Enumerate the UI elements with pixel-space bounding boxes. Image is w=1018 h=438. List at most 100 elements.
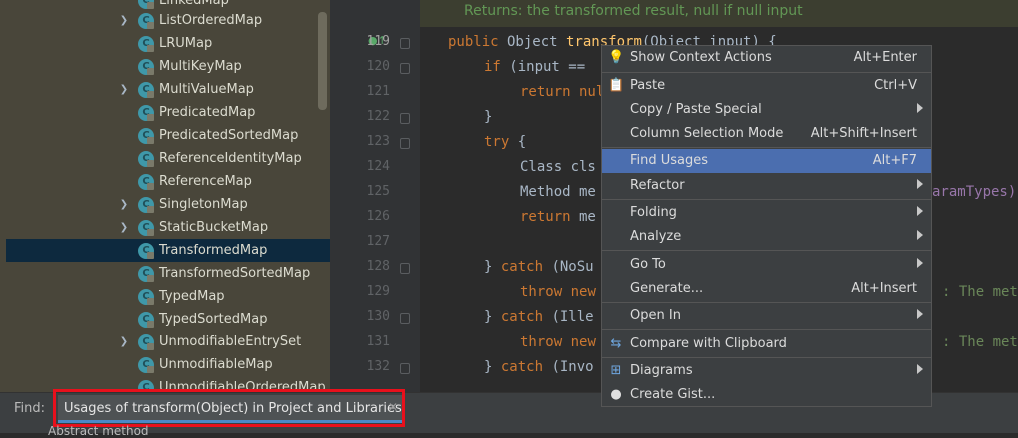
expand-arrow-icon[interactable]: ❯: [118, 336, 130, 347]
class-icon: C: [138, 81, 154, 98]
code-token: catch: [500, 259, 544, 275]
line-number: 123: [366, 134, 390, 149]
tree-item-label: SingletonMap: [159, 197, 248, 212]
menu-item-label: Create Gist...: [630, 387, 716, 402]
menu-item-create-gist[interactable]: ● Create Gist...: [602, 383, 931, 407]
tree-item-label: PredicatedSortedMap: [159, 128, 299, 143]
tree-item[interactable]: C MultiKeyMap: [6, 55, 330, 78]
tree-item[interactable]: C UnmodifiableMap: [6, 353, 330, 376]
menu-item-generate[interactable]: Generate... Alt+Insert: [602, 277, 931, 301]
code-token: try: [484, 134, 510, 150]
menu-item-column-selection-mode[interactable]: Column Selection Mode Alt+Shift+Insert: [602, 122, 931, 146]
code-token: me: [570, 209, 596, 225]
tree-item-label: ListOrderedMap: [159, 13, 263, 28]
menu-item-refactor[interactable]: Refactor: [602, 174, 931, 198]
submenu-arrow-icon: [917, 103, 923, 113]
code-line-124[interactable]: Class cls: [520, 159, 596, 175]
expand-arrow-icon[interactable]: ❯: [118, 84, 130, 95]
submenu-arrow-icon: [917, 230, 923, 240]
line-number: 130: [366, 309, 390, 324]
line-number: 119: [366, 34, 390, 49]
code-line-132[interactable]: } catch (Invo: [484, 359, 594, 375]
fold-marker-icon[interactable]: [400, 363, 410, 374]
code-line-123[interactable]: try {: [484, 134, 526, 150]
tree-item[interactable]: C TypedSortedMap: [6, 308, 330, 331]
class-icon: C: [138, 265, 154, 282]
code-token: }: [484, 259, 501, 275]
tree-item[interactable]: C TypedMap: [6, 285, 330, 308]
fold-marker-icon[interactable]: [400, 38, 410, 49]
tree-scrollbar[interactable]: [318, 12, 327, 110]
tree-item[interactable]: ❯ C SingletonMap: [6, 193, 330, 216]
class-icon: C: [138, 288, 154, 305]
expand-arrow-icon[interactable]: ❯: [118, 15, 130, 26]
menu-separator: [602, 250, 931, 251]
menu-item-shortcut: Alt+Insert: [851, 281, 917, 296]
menu-item-show-context-actions[interactable]: 💡 Show Context Actions Alt+Enter: [602, 46, 931, 70]
tree-item[interactable]: ❯ C UnmodifiableEntrySet: [6, 330, 330, 353]
code-overflow-text: : The met: [942, 284, 1018, 300]
line-number: 126: [366, 209, 390, 224]
fold-marker-icon[interactable]: [400, 113, 410, 124]
fold-marker-icon[interactable]: [400, 138, 410, 149]
code-line-125[interactable]: Method me: [520, 184, 596, 200]
line-number: 122: [366, 109, 390, 124]
github-icon: ●: [610, 387, 622, 402]
submenu-arrow-icon: [917, 364, 923, 374]
fold-marker-icon[interactable]: [400, 63, 410, 74]
menu-item-paste[interactable]: 📋 Paste Ctrl+V: [602, 74, 931, 98]
tree-item[interactable]: C ReferenceIdentityMap: [6, 147, 330, 170]
menu-item-shortcut: Alt+Shift+Insert: [810, 126, 917, 141]
class-icon: C: [138, 311, 154, 328]
expand-arrow-icon[interactable]: ❯: [118, 199, 130, 210]
tree-item[interactable]: ❯ C MultiValueMap: [6, 78, 330, 101]
tree-item[interactable]: C LRUMap: [6, 32, 330, 55]
menu-item-analyze[interactable]: Analyze: [602, 225, 931, 249]
menu-item-shortcut: Ctrl+V: [874, 78, 917, 93]
tree-item[interactable]: C TransformedSortedMap: [6, 262, 330, 285]
line-number: 127: [366, 234, 390, 249]
submenu-arrow-icon: [917, 179, 923, 189]
menu-item-go-to[interactable]: Go To: [602, 253, 931, 277]
tree-item[interactable]: C PredicatedSortedMap: [6, 124, 330, 147]
code-token: {: [509, 134, 527, 150]
menu-item-folding[interactable]: Folding: [602, 201, 931, 225]
code-line-131[interactable]: throw new: [520, 334, 596, 350]
code-token: return: [520, 209, 571, 225]
code-line-120[interactable]: if (input ==: [484, 59, 585, 75]
diagram-icon: ⊞: [610, 363, 622, 378]
menu-item-find-usages[interactable]: Find Usages Alt+F7: [602, 149, 931, 173]
code-token: throw: [520, 284, 563, 300]
tree-item-selected[interactable]: C TransformedMap: [6, 239, 330, 262]
tree-item-label: TypedSortedMap: [159, 312, 268, 327]
code-line-126[interactable]: return me: [520, 209, 596, 225]
tree-item[interactable]: C PredicatedMap: [6, 101, 330, 124]
code-line-122[interactable]: }: [484, 109, 492, 125]
code-line-128[interactable]: } catch (NoSu: [484, 259, 594, 275]
code-line-130[interactable]: } catch (Ille: [484, 309, 594, 325]
tree-item[interactable]: ❯ C ListOrderedMap: [6, 9, 330, 32]
fold-marker-icon[interactable]: [400, 313, 410, 324]
code-token: (NoSu: [543, 259, 594, 275]
line-number: 132: [366, 359, 390, 374]
expand-arrow-icon[interactable]: ❯: [118, 222, 130, 233]
class-icon: C: [138, 58, 154, 75]
code-line-121[interactable]: return nul: [520, 84, 604, 100]
code-token: throw: [520, 334, 563, 350]
menu-separator: [602, 357, 931, 358]
tree-item[interactable]: C ReferenceMap: [6, 170, 330, 193]
code-token: }: [484, 359, 501, 375]
menu-item-diagrams[interactable]: ⊞ Diagrams: [602, 359, 931, 383]
find-label: Find:: [14, 401, 46, 416]
menu-item-label: Compare with Clipboard: [630, 336, 787, 351]
code-token: if: [484, 59, 501, 75]
code-line-129[interactable]: throw new: [520, 284, 596, 300]
fold-marker-icon[interactable]: [400, 263, 410, 274]
menu-item-compare-clipboard[interactable]: ⇆ Compare with Clipboard: [602, 332, 931, 356]
submenu-arrow-icon: [917, 258, 923, 268]
code-token: public: [448, 34, 499, 50]
tree-item-label: TypedMap: [159, 289, 225, 304]
menu-item-copy-paste-special[interactable]: Copy / Paste Special: [602, 98, 931, 122]
menu-item-open-in[interactable]: Open In: [602, 304, 931, 328]
tree-item[interactable]: ❯ C StaticBucketMap: [6, 216, 330, 239]
